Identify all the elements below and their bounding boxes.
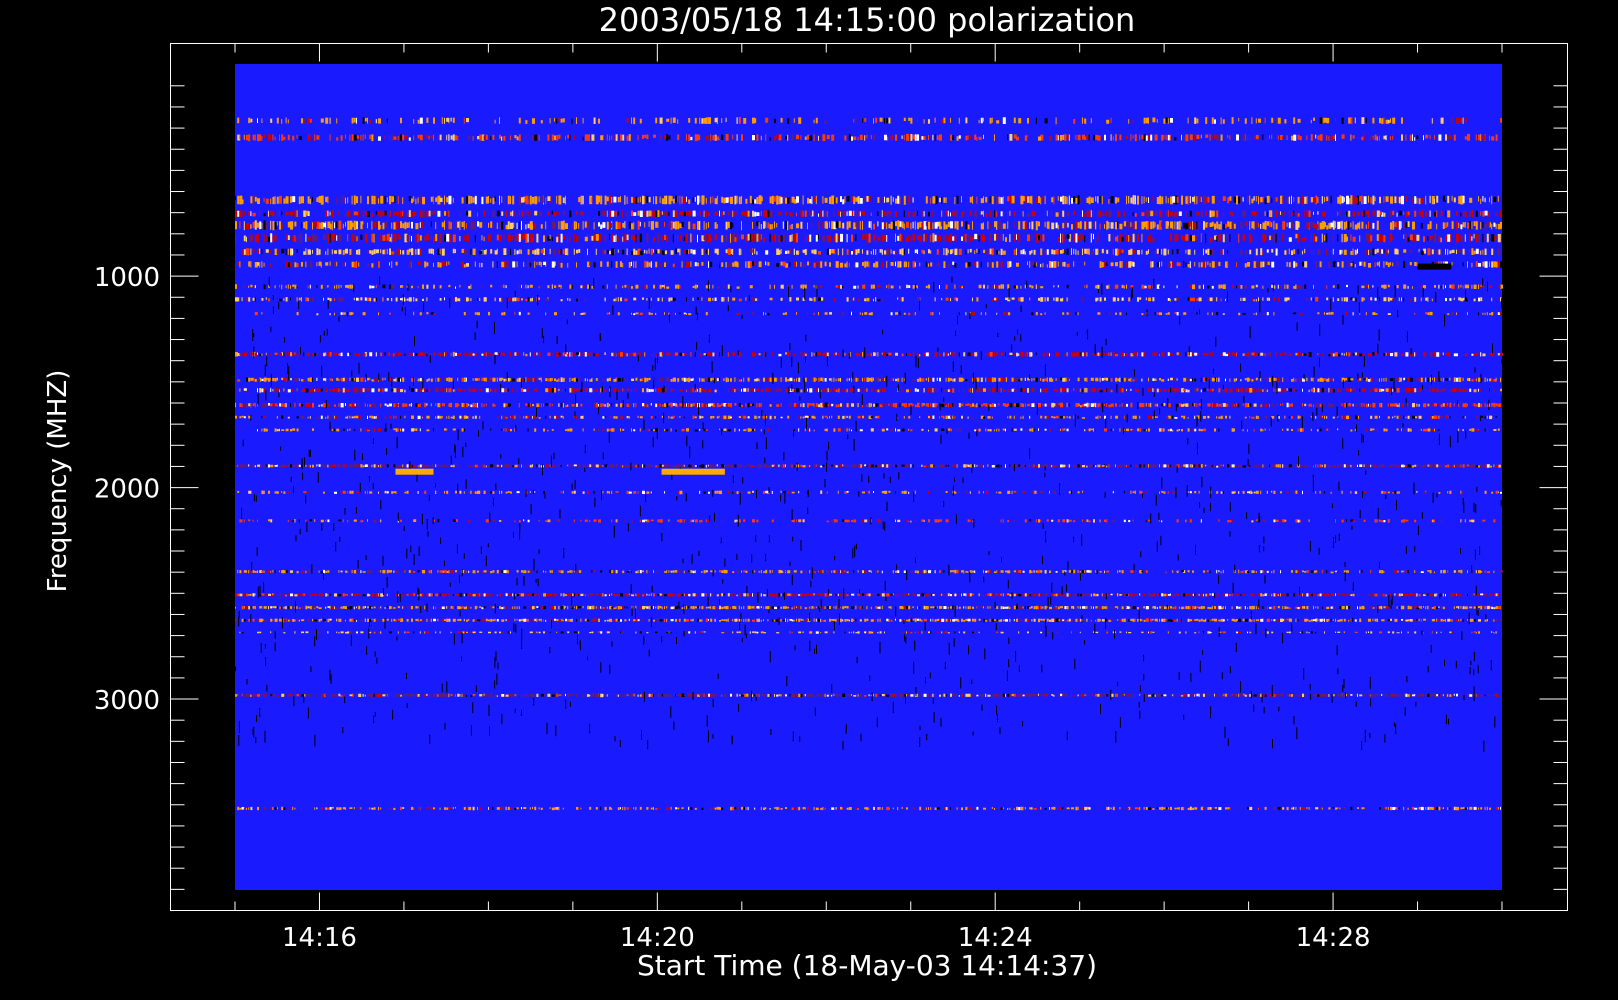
x-tick-label: 14:28 (1296, 923, 1371, 953)
y-tick-label: 2000 (94, 475, 160, 505)
chart-title: 2003/05/18 14:15:00 polarization (599, 1, 1136, 39)
spectrogram-chart: 2003/05/18 14:15:00 polarization 14:16 14… (0, 0, 1618, 1000)
spectrogram-image (235, 64, 1504, 890)
y-tick-label: 1000 (94, 263, 160, 293)
x-axis-label: Start Time (18-May-03 14:14:37) (637, 949, 1097, 982)
x-tick-label: 14:16 (282, 923, 357, 953)
y-axis-label: Frequency (MHZ) (43, 370, 73, 593)
bright-patch (661, 468, 725, 475)
bright-patch (1417, 263, 1452, 270)
y-tick-label: 3000 (94, 686, 160, 716)
bright-patch (395, 468, 434, 475)
